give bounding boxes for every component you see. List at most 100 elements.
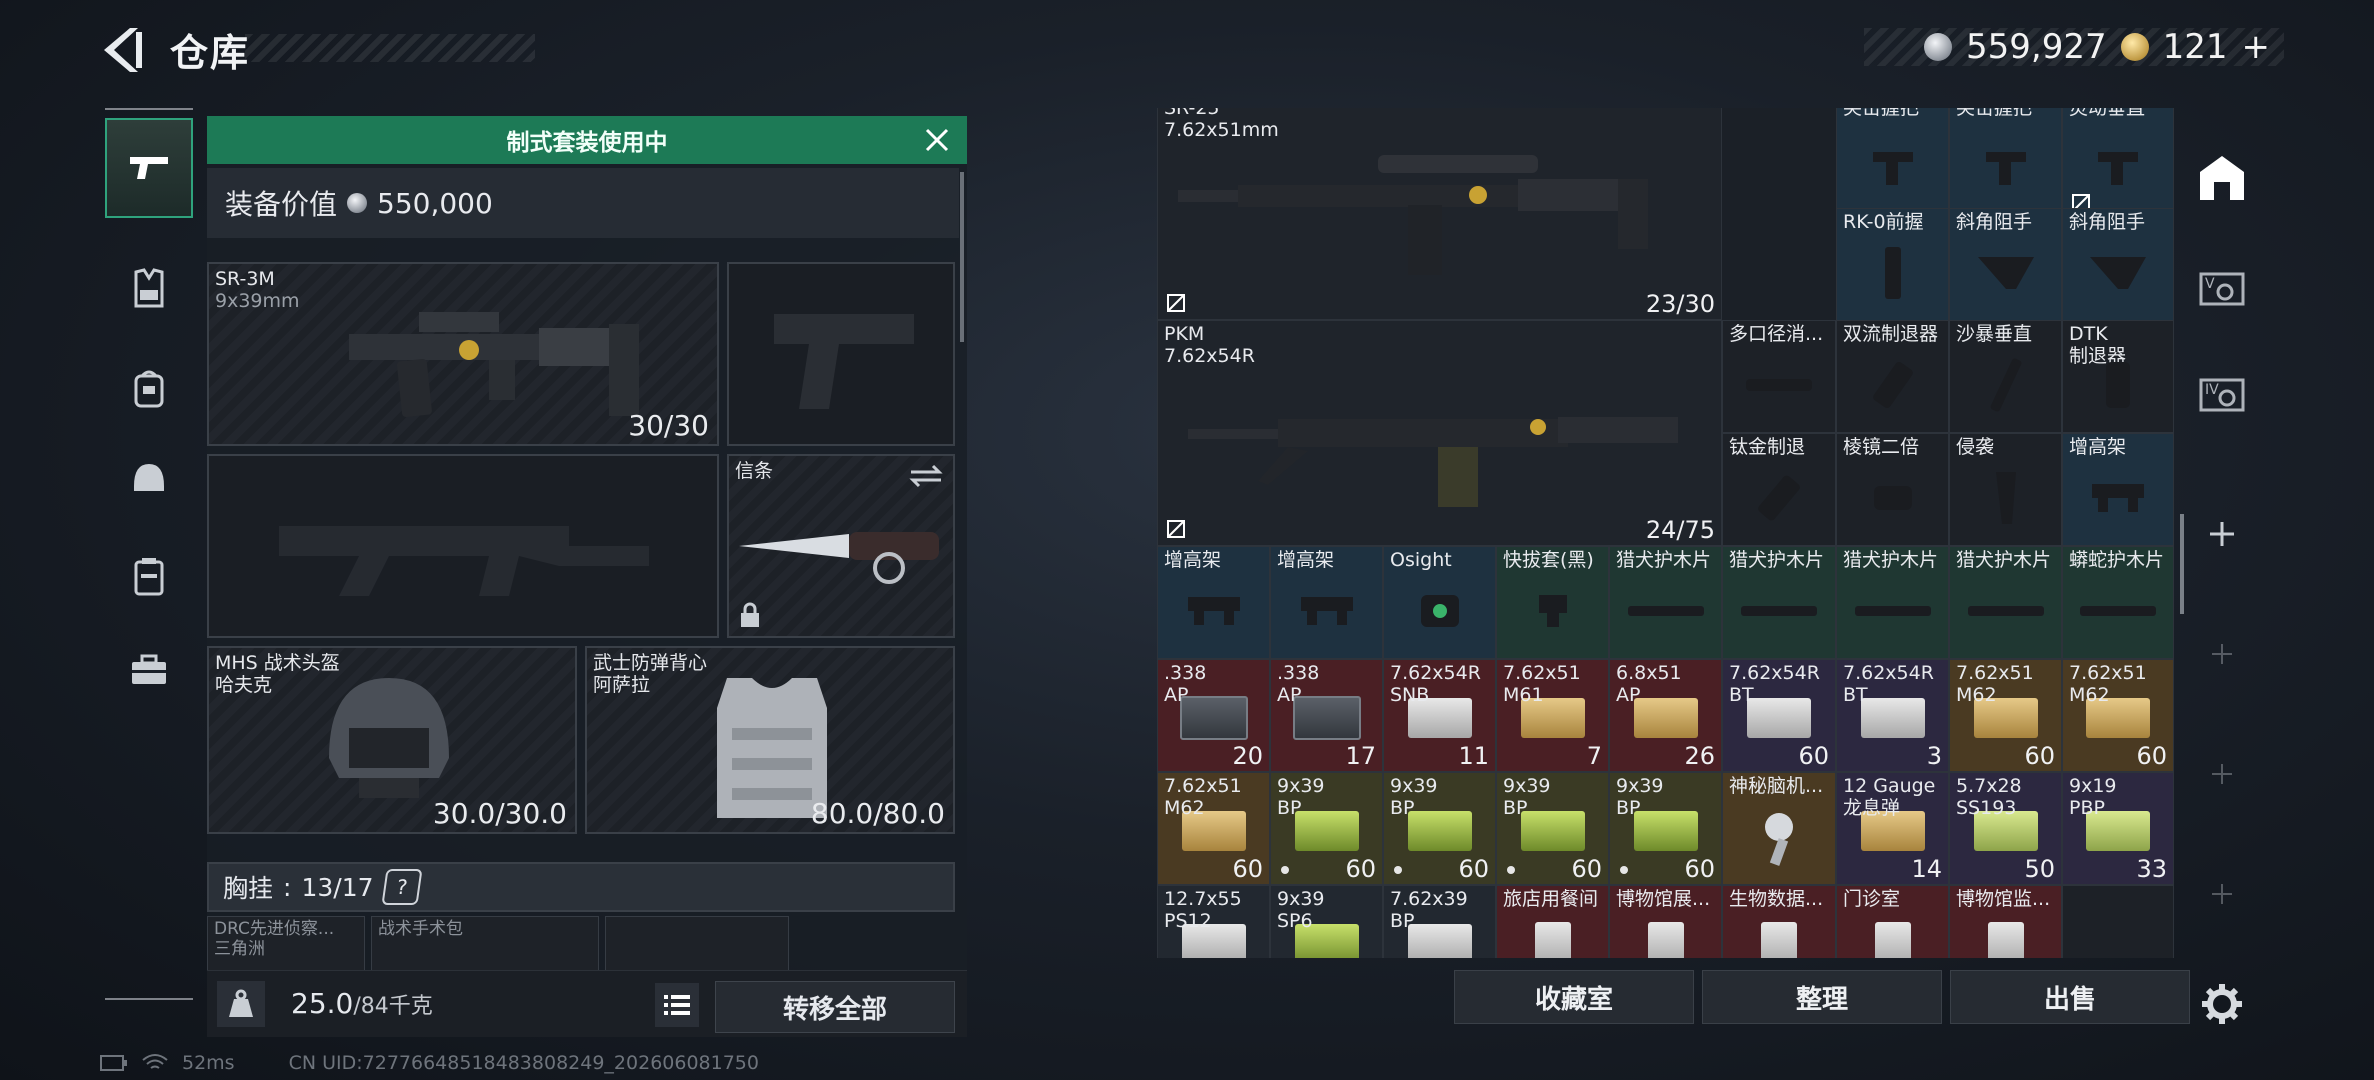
stash-ammo-9x39-bp-3[interactable]: 9x39 BP 60 bbox=[1496, 772, 1609, 885]
stash-item-mount-1[interactable]: 增高架 bbox=[1157, 546, 1270, 659]
stash-ammo-9x39-bp-1[interactable]: 9x39 BP 60 bbox=[1270, 772, 1383, 885]
stash-empty-cell[interactable] bbox=[2062, 885, 2174, 958]
sidearm-slot[interactable] bbox=[727, 262, 955, 446]
stash-item-grip-3[interactable]: 斜角阻手 bbox=[2062, 208, 2174, 321]
sell-button[interactable]: 出售 bbox=[1950, 970, 2190, 1024]
stash-key-museum-monitor[interactable]: 博物馆监... bbox=[1949, 885, 2062, 958]
stash-key-bio-data[interactable]: 生物数据... bbox=[1722, 885, 1836, 958]
item-label: 旅店用餐间 bbox=[1503, 888, 1599, 910]
close-icon[interactable] bbox=[921, 124, 953, 156]
organize-button[interactable]: 整理 bbox=[1702, 970, 1942, 1024]
nav-backpack[interactable] bbox=[105, 338, 193, 438]
stash-item-pkm[interactable]: PKM 7.62x54R 24/75 bbox=[1157, 320, 1722, 546]
stash-ammo-57x28-ss193[interactable]: 5.7x28 SS193 50 bbox=[1949, 772, 2062, 885]
item-label: 棱镜二倍 bbox=[1843, 436, 1920, 458]
primary-weapon-name: SR-3M bbox=[215, 268, 275, 290]
stash-item-handguard-3[interactable]: 猎犬护木片 bbox=[1836, 546, 1949, 659]
primary-weapon-slot[interactable]: SR-3M 9x39mm 30/30 bbox=[207, 262, 719, 446]
stash-ammo-338ap-1[interactable]: .338 AP 20 bbox=[1157, 659, 1270, 772]
stash-item-muzzle-4[interactable]: DTK 制退器 bbox=[2062, 320, 2174, 433]
stash-item-handguard-2[interactable]: 猎犬护木片 bbox=[1722, 546, 1836, 659]
nav-helmet[interactable] bbox=[105, 428, 193, 528]
item-label: 5.7x28 SS193 bbox=[1956, 775, 2022, 819]
item-label: 侵袭 bbox=[1956, 436, 1995, 458]
helmet-slot[interactable]: MHS 战术头盔 哈夫克 30.0/30.0 bbox=[207, 646, 577, 834]
stash-item-muzzle-1[interactable]: 多口径消... bbox=[1722, 320, 1836, 433]
secondary-weapon-slot[interactable] bbox=[207, 454, 719, 638]
item-count: 60 bbox=[2136, 742, 2167, 770]
stash-ammo-68x51-ap[interactable]: 6.8x51 AP 26 bbox=[1609, 659, 1722, 772]
stash-main-tab[interactable] bbox=[2192, 148, 2252, 208]
collection-room-button[interactable]: 收藏室 bbox=[1454, 970, 1694, 1024]
nav-toolbox[interactable] bbox=[105, 620, 193, 720]
stash-key-clinic[interactable]: 门诊室 bbox=[1836, 885, 1949, 958]
back-arrow-icon[interactable] bbox=[100, 24, 144, 76]
stash-item-osight[interactable]: Osight bbox=[1383, 546, 1496, 659]
stash-ammo-127x55-ps12[interactable]: 12.7x55 PS12 bbox=[1157, 885, 1270, 958]
stash-ammo-762x51-m62-2[interactable]: 7.62x51 M62 60 bbox=[2062, 659, 2174, 772]
stash-item-muzzle-2[interactable]: 双流制退器 bbox=[1836, 320, 1949, 433]
pouch-1[interactable]: DRC先进侦察... 三角洲 bbox=[207, 916, 365, 974]
stash-item-grip-top-3[interactable]: 灵动垂直 bbox=[2062, 108, 2174, 220]
stash-ammo-762x51-m61[interactable]: 7.62x51 M61 7 bbox=[1496, 659, 1609, 772]
stash-ammo-338ap-2[interactable]: .338 AP 17 bbox=[1270, 659, 1383, 772]
stash-item-handguard-4[interactable]: 猎犬护木片 bbox=[1949, 546, 2062, 659]
stash-item-part-3[interactable]: 侵袭 bbox=[1949, 433, 2062, 546]
armor-slot[interactable]: 武士防弹背心 阿萨拉 80.0/80.0 bbox=[585, 646, 955, 834]
stash-key-museum-exhibit[interactable]: 博物馆展... bbox=[1609, 885, 1722, 958]
stash-ammo-12g-dragon[interactable]: 12 Gauge 龙息弹 14 bbox=[1836, 772, 1949, 885]
pouch-3[interactable] bbox=[605, 916, 789, 974]
transfer-all-button[interactable]: 转移全部 bbox=[715, 981, 955, 1033]
stash-item-grip-top-2[interactable]: 突击握把 bbox=[1949, 108, 2062, 220]
add-tab-button[interactable] bbox=[2192, 504, 2252, 564]
sr25-name: SR-25 bbox=[1164, 108, 1220, 119]
settings-button[interactable] bbox=[2192, 974, 2252, 1034]
pouch-2[interactable]: 战术手术包 bbox=[371, 916, 599, 974]
chest-rig-bar[interactable]: 胸挂: 13/17 ? bbox=[207, 862, 955, 912]
stash-ammo-762x51-m62-3[interactable]: 7.62x51 M62 60 bbox=[1157, 772, 1270, 885]
stash-ammo-762x51-m62-1[interactable]: 7.62x51 M62 60 bbox=[1949, 659, 2062, 772]
stash-ammo-9x19-pbp[interactable]: 9x19 PBP 33 bbox=[2062, 772, 2174, 885]
help-icon[interactable]: ? bbox=[380, 869, 423, 905]
list-view-button[interactable] bbox=[655, 983, 699, 1027]
stash-ammo-762x54-bt-2[interactable]: 7.62x54R BT 3 bbox=[1836, 659, 1949, 772]
uid-text: CN UID:7277664851848380824​9_20260608175… bbox=[288, 1052, 759, 1074]
plus-icon bbox=[2212, 764, 2232, 784]
stash-ammo-762x54-bt-1[interactable]: 7.62x54R BT 60 bbox=[1722, 659, 1836, 772]
stash-item-part-1[interactable]: 钛金制退 bbox=[1722, 433, 1836, 546]
stash-item-grip-2[interactable]: 斜角阻手 bbox=[1949, 208, 2062, 321]
loadout-scrollbar[interactable] bbox=[960, 172, 964, 342]
item-label: 7.62x51 M62 bbox=[1956, 662, 2034, 706]
stash-item-brain-chip[interactable]: 神秘脑机... bbox=[1722, 772, 1836, 885]
nav-vest[interactable] bbox=[105, 238, 193, 338]
stash-tab-v[interactable]: V bbox=[2192, 258, 2252, 318]
item-label: 猎犬护木片 bbox=[1956, 549, 2052, 571]
stash-ammo-9x39-sp6[interactable]: 9x39 SP6 bbox=[1270, 885, 1383, 958]
stash-ammo-9x39-bp-2[interactable]: 9x39 BP 60 bbox=[1383, 772, 1496, 885]
stash-item-grip-top-1[interactable]: 突击握把 bbox=[1836, 108, 1949, 220]
stash-item-part-4[interactable]: 增高架 bbox=[2062, 433, 2174, 546]
stash-ammo-9x39-bp-4[interactable]: 9x39 BP 60 bbox=[1609, 772, 1722, 885]
stash-item-handguard-5[interactable]: 蟒蛇护木片 bbox=[2062, 546, 2174, 659]
stash-item-grip-1[interactable]: RK-0前握 bbox=[1836, 208, 1949, 321]
stash-item-handguard-1[interactable]: 猎犬护木片 bbox=[1609, 546, 1722, 659]
stash-item-part-2[interactable]: 棱镜二倍 bbox=[1836, 433, 1949, 546]
stash-item-mount-2[interactable]: 增高架 bbox=[1270, 546, 1383, 659]
stash-key-hotel-dining[interactable]: 旅店用餐间 bbox=[1496, 885, 1609, 958]
stash-ammo-762x39-bp[interactable]: 7.62x39 BP bbox=[1383, 885, 1496, 958]
nav-weapons[interactable] bbox=[105, 118, 193, 218]
item-label: 沙暴垂直 bbox=[1956, 323, 2033, 345]
loadout-footer: 25.0/84千克 转移全部 bbox=[207, 970, 967, 1037]
item-label: 双流制退器 bbox=[1843, 323, 1939, 345]
swap-icon[interactable] bbox=[909, 464, 943, 488]
stash-item-holster[interactable]: 快拔套(黑) bbox=[1496, 546, 1609, 659]
backpack-icon bbox=[134, 370, 164, 408]
page-title: 仓库 bbox=[170, 31, 251, 75]
nav-container[interactable] bbox=[105, 526, 193, 626]
melee-slot[interactable]: 信条 bbox=[727, 454, 955, 638]
stash-item-sr25[interactable]: SR-25 7.62x51mm 23/30 bbox=[1157, 108, 1722, 320]
stash-tab-iv[interactable]: IV bbox=[2192, 364, 2252, 424]
stash-item-muzzle-3[interactable]: 沙暴垂直 bbox=[1949, 320, 2062, 433]
gold-add-button[interactable]: + bbox=[2242, 27, 2271, 67]
stash-ammo-762x54-snb[interactable]: 7.62x54R SNB 11 bbox=[1383, 659, 1496, 772]
